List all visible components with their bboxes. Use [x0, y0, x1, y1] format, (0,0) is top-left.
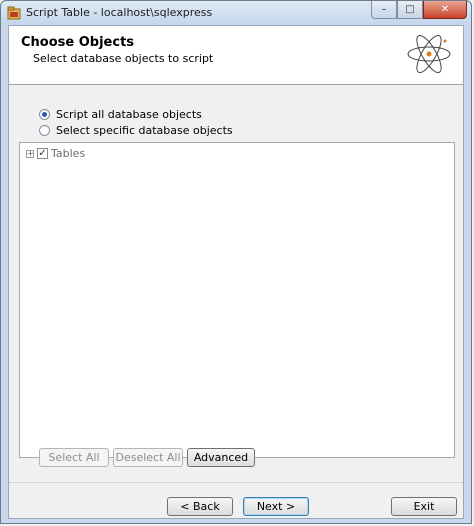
footer-divider [9, 482, 463, 483]
title-bar[interactable]: Script Table - localhost\sqlexpress – □ … [1, 1, 471, 25]
exit-button[interactable]: Exit [391, 497, 457, 516]
select-specific-radio[interactable] [39, 125, 50, 136]
next-button[interactable]: Next > [243, 497, 309, 516]
tree-item-tables[interactable]: + ✓ Tables [26, 147, 85, 160]
tree-item-label[interactable]: Tables [51, 147, 85, 160]
page-title: Choose Objects [21, 35, 135, 50]
caption-buttons: – □ ✕ [371, 1, 467, 19]
select-specific-option[interactable]: Select specific database objects [39, 124, 233, 137]
window-title: Script Table - localhost\sqlexpress [26, 6, 213, 19]
back-button[interactable]: < Back [167, 497, 233, 516]
objects-tree[interactable]: + ✓ Tables [19, 142, 455, 458]
wizard-header: Choose Objects Select database objects t… [9, 26, 463, 85]
deselect-all-button[interactable]: Deselect All [113, 448, 183, 467]
expand-icon[interactable]: + [26, 149, 34, 158]
minimize-button[interactable]: – [371, 1, 397, 19]
atom-logo-icon [407, 34, 451, 74]
script-all-label[interactable]: Script all database objects [56, 108, 202, 121]
app-icon [7, 6, 21, 20]
script-all-radio[interactable] [39, 109, 50, 120]
maximize-button[interactable]: □ [397, 1, 423, 19]
select-specific-label[interactable]: Select specific database objects [56, 124, 233, 137]
advanced-button[interactable]: Advanced [187, 448, 255, 467]
tables-checkbox[interactable]: ✓ [37, 148, 48, 159]
close-button[interactable]: ✕ [423, 1, 467, 19]
script-all-option[interactable]: Script all database objects [39, 108, 202, 121]
select-all-button[interactable]: Select All [39, 448, 109, 467]
script-table-window: Script Table - localhost\sqlexpress – □ … [0, 0, 472, 524]
page-subtitle: Select database objects to script [33, 52, 214, 65]
wizard-body: Choose Objects Select database objects t… [8, 25, 464, 519]
